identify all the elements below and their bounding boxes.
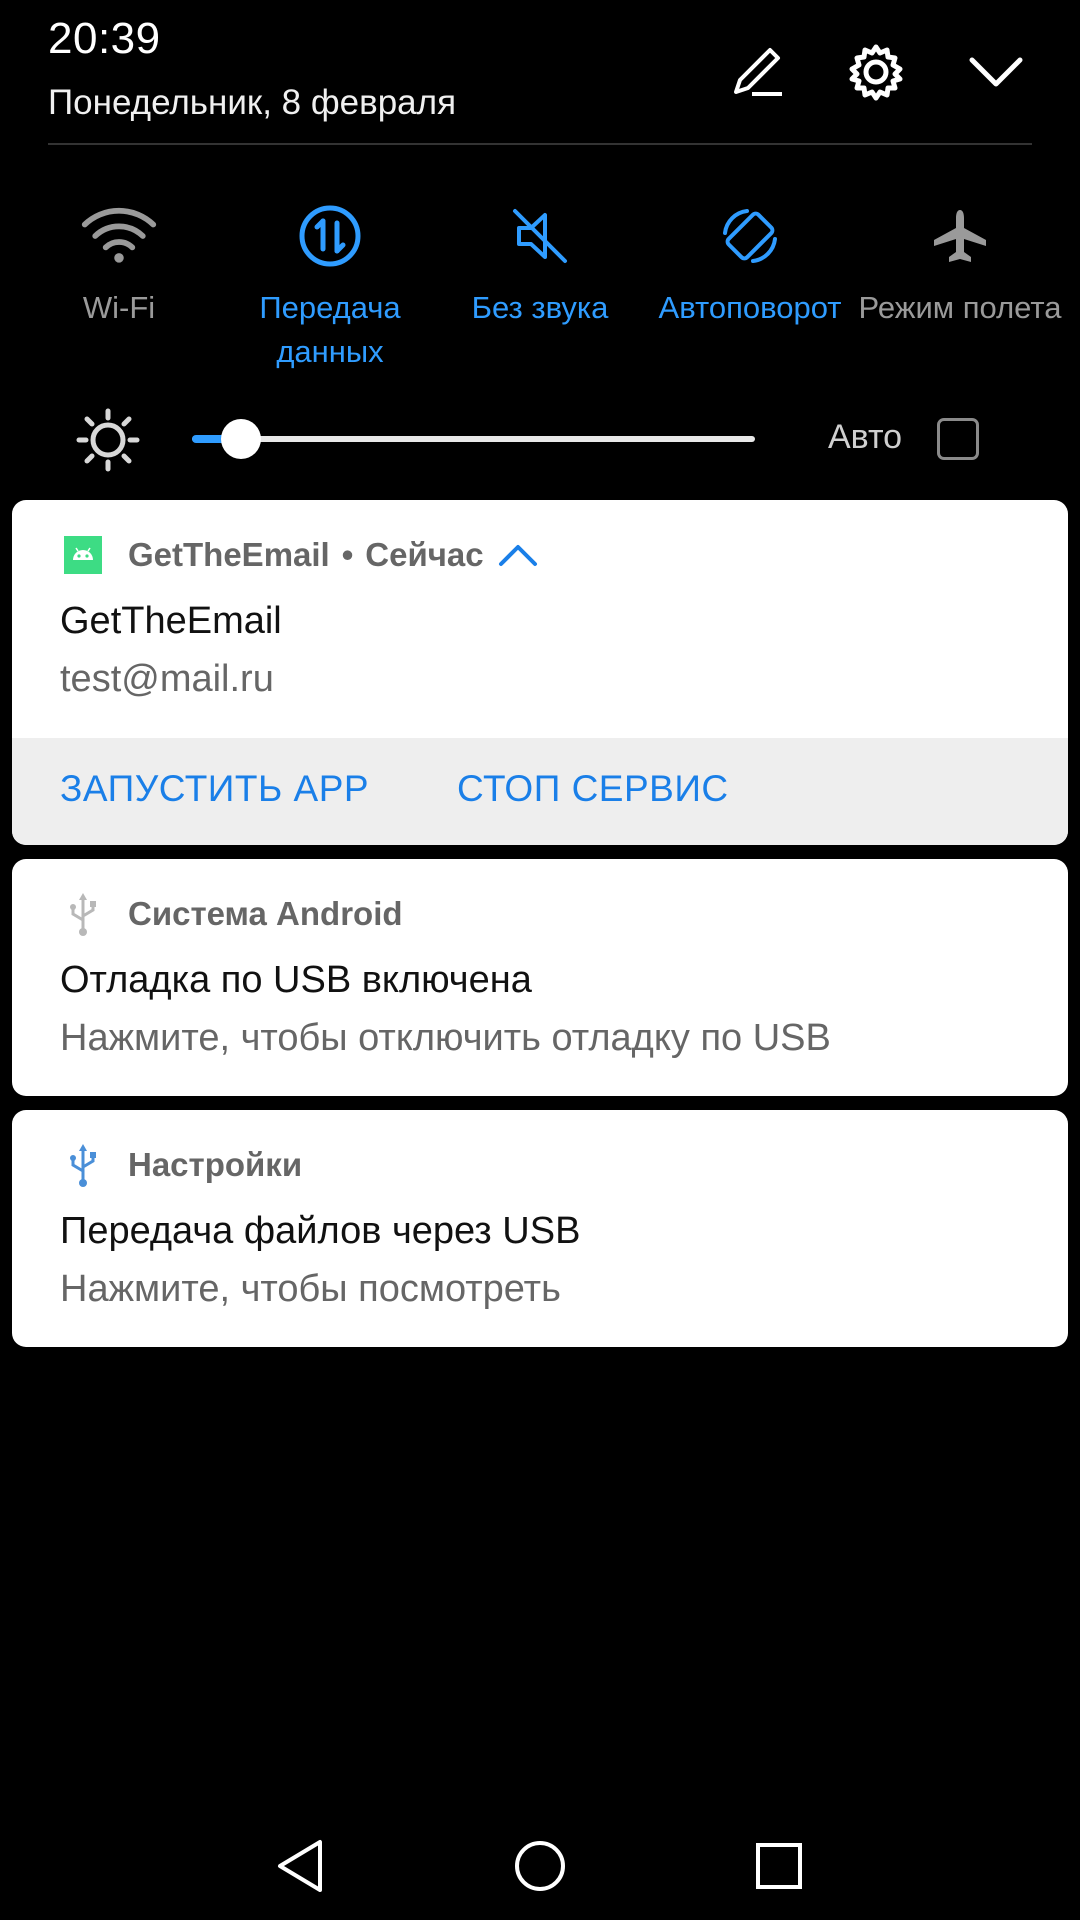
notification-text: Нажмите, чтобы посмотреть: [60, 1268, 561, 1310]
tile-data-transfer[interactable]: Передача данных: [225, 200, 435, 374]
mute-icon: [500, 200, 580, 272]
notification-gettheemail[interactable]: GetTheEmail • Сейчас GetTheEmail test@ma…: [12, 500, 1068, 845]
recents-button[interactable]: [749, 1836, 809, 1896]
auto-rotate-icon: [710, 200, 790, 272]
tile-mute-label: Без звука: [471, 290, 609, 325]
usb-icon: [64, 893, 102, 936]
header-divider: [48, 143, 1032, 145]
data-transfer-icon: [290, 200, 370, 272]
wifi-icon: [79, 200, 159, 272]
notification-text: Нажмите, чтобы отключить отладку по USB: [60, 1017, 831, 1059]
notification-header: Настройки: [64, 1144, 303, 1187]
notification-actions: ЗАПУСТИТЬ APP СТОП СЕРВИС: [12, 738, 1068, 845]
brightness-slider-thumb[interactable]: [221, 419, 261, 459]
tile-auto-rotate[interactable]: Автоповорот: [645, 200, 855, 330]
tile-airplane-label: Режим полета: [858, 290, 1062, 325]
tile-airplane[interactable]: Режим полета: [855, 200, 1065, 330]
notification-app-name: Система Android: [128, 895, 403, 932]
chevron-up-icon[interactable]: [498, 542, 538, 568]
date-label: Понедельник, 8 февраля: [48, 83, 457, 122]
notification-header: Система Android: [64, 893, 403, 936]
stop-service-button[interactable]: СТОП СЕРВИС: [457, 768, 729, 810]
notification-app-name: GetTheEmail: [128, 536, 330, 573]
home-button[interactable]: [510, 1836, 570, 1896]
android-app-icon: [64, 536, 102, 574]
notification-usb-file-transfer[interactable]: Настройки Передача файлов через USB Нажм…: [12, 1110, 1068, 1347]
notification-app-name: Настройки: [128, 1146, 303, 1183]
brightness-icon: [76, 408, 140, 472]
launch-app-button[interactable]: ЗАПУСТИТЬ APP: [60, 768, 369, 810]
clock: 20:39: [48, 14, 161, 63]
auto-brightness-checkbox[interactable]: [937, 418, 979, 460]
usb-icon: [64, 1144, 102, 1187]
auto-brightness-label: Авто: [828, 418, 903, 456]
notification-header: GetTheEmail • Сейчас: [64, 536, 538, 574]
tile-wifi[interactable]: Wi-Fi: [14, 200, 224, 330]
tile-wifi-label: Wi-Fi: [82, 290, 156, 325]
notification-title: Отладка по USB включена: [60, 959, 532, 1001]
notification-time: Сейчас: [365, 536, 484, 573]
notification-separator: •: [341, 536, 354, 573]
airplane-icon: [920, 200, 1000, 272]
notification-title: Передача файлов через USB: [60, 1210, 581, 1252]
tile-data-transfer-label: Передача данных: [259, 290, 401, 369]
settings-icon[interactable]: [844, 40, 908, 104]
brightness-slider[interactable]: [192, 436, 755, 442]
notification-title: GetTheEmail: [60, 600, 282, 642]
back-button[interactable]: [270, 1836, 330, 1896]
tile-mute[interactable]: Без звука: [435, 200, 645, 330]
notification-usb-debugging[interactable]: Система Android Отладка по USB включена …: [12, 859, 1068, 1096]
edit-icon[interactable]: [724, 40, 788, 104]
tile-auto-rotate-label: Автоповорот: [658, 290, 842, 325]
notification-text: test@mail.ru: [60, 658, 274, 700]
collapse-icon[interactable]: [964, 40, 1028, 104]
